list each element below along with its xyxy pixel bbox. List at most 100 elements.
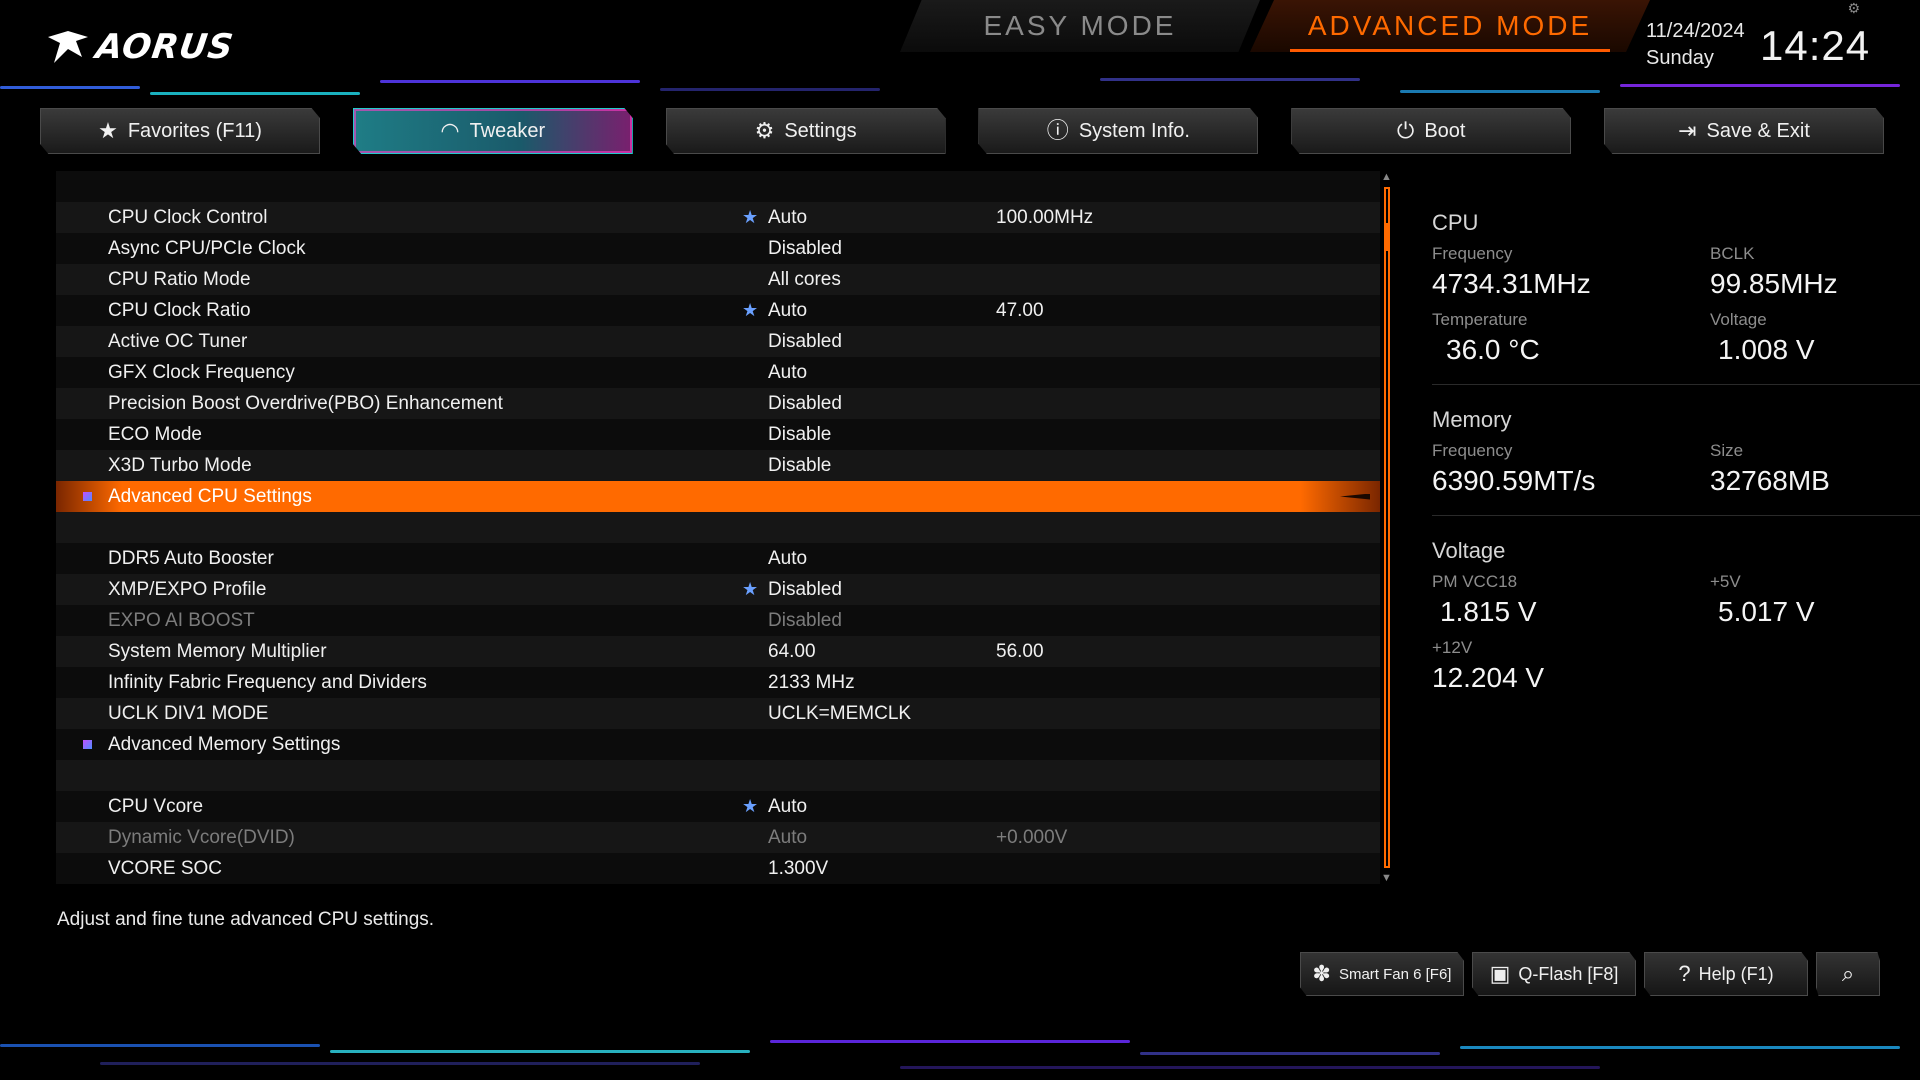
- setting-row[interactable]: Active OC Tuner Disabled: [56, 326, 1380, 357]
- search-button[interactable]: ⌕: [1816, 952, 1880, 996]
- setting-value[interactable]: Disabled: [768, 393, 842, 415]
- clock-time: 14:24: [1760, 22, 1871, 69]
- setting-value[interactable]: Auto: [768, 207, 807, 229]
- scrollbar[interactable]: ▲ ▼: [1380, 171, 1394, 884]
- setting-value[interactable]: Auto: [768, 548, 807, 570]
- setting-row[interactable]: Infinity Fabric Frequency and Dividers 21…: [56, 667, 1380, 698]
- favorite-star-icon[interactable]: ★: [742, 300, 758, 321]
- setting-row[interactable]: System Memory Multiplier 64.00 56.00: [56, 636, 1380, 667]
- setting-row[interactable]: Async CPU/PCIe Clock Disabled: [56, 233, 1380, 264]
- setting-row[interactable]: Precision Boost Overdrive(PBO) Enhanceme…: [56, 388, 1380, 419]
- setting-value[interactable]: Auto: [768, 362, 807, 384]
- setting-value-secondary[interactable]: 47.00: [996, 300, 1044, 322]
- tab-label: System Info.: [1078, 119, 1190, 142]
- submenu-bullet-icon: [83, 740, 92, 749]
- p5v-value: 5.017 V: [1718, 596, 1815, 627]
- tab-tweaker[interactable]: ◠ Tweaker: [352, 108, 633, 154]
- setting-value[interactable]: Auto: [768, 300, 807, 322]
- voltage-title: Voltage: [1432, 538, 1506, 563]
- submenu-item[interactable]: Advanced CPU Settings: [56, 481, 1380, 512]
- setting-value-secondary[interactable]: 100.00MHz: [996, 207, 1093, 229]
- setting-label: VCORE SOC: [108, 857, 223, 879]
- setting-value: Auto: [768, 826, 808, 848]
- help-f1-button[interactable]: ? Help (F1): [1644, 952, 1808, 996]
- scroll-down-arrow-icon[interactable]: ▼: [1381, 872, 1392, 884]
- setting-row[interactable]: ECO Mode Disable: [56, 419, 1380, 450]
- setting-row[interactable]: Dynamic Vcore(DVID) Auto +0.000V: [56, 822, 1380, 853]
- main-tabs: ★ Favorites (F11) ◠ Tweaker ⚙ Settings ⓘ System…: [40, 108, 1884, 154]
- chip-icon: ▣: [1489, 961, 1511, 986]
- setting-value[interactable]: Disable: [768, 455, 831, 477]
- cpu-voltage-label: Voltage: [1710, 310, 1767, 329]
- pmvcc18-label: PM VCC18: [1432, 572, 1518, 591]
- smart-fan-6-f6-button[interactable]: ✽ Smart Fan 6 [F6]: [1300, 952, 1464, 996]
- gear-icon[interactable]: ⚙: [1847, 0, 1860, 17]
- easy-mode-tab[interactable]: EASY MODE: [900, 0, 1260, 52]
- favorite-star-icon[interactable]: ★: [742, 207, 758, 228]
- help-icon: ?: [1678, 961, 1691, 986]
- setting-label: Dynamic Vcore(DVID): [108, 826, 295, 848]
- setting-value[interactable]: Auto: [768, 796, 807, 818]
- setting-label: CPU Clock Ratio: [108, 299, 251, 321]
- tab-system-info[interactable]: ⓘ System Info.: [978, 108, 1259, 154]
- setting-value: Disabled: [768, 609, 842, 631]
- setting-value[interactable]: Disabled: [768, 579, 842, 601]
- tab-favorites-f11[interactable]: ★ Favorites (F11): [40, 108, 320, 154]
- setting-row[interactable]: DDR5 Auto Booster Auto: [56, 543, 1380, 574]
- button-label: Q-Flash [F8]: [1518, 963, 1619, 984]
- setting-row[interactable]: CPU Clock Control ★ Auto 100.00MHz: [56, 202, 1380, 233]
- setting-value[interactable]: Disabled: [768, 331, 842, 353]
- setting-value[interactable]: Disable: [768, 424, 831, 446]
- button-label: Help (F1): [1698, 963, 1774, 984]
- q-flash-f8-button[interactable]: ▣ Q-Flash [F8]: [1472, 952, 1636, 996]
- setting-row[interactable]: CPU Clock Ratio ★ Auto 47.00: [56, 295, 1380, 326]
- day: Sunday: [1646, 47, 1714, 69]
- setting-value[interactable]: 64.00: [768, 641, 816, 663]
- setting-value[interactable]: All cores: [768, 269, 841, 291]
- setting-label: CPU Ratio Mode: [108, 268, 251, 290]
- setting-label: Advanced CPU Settings: [108, 485, 312, 507]
- tab-boot[interactable]: ⏻ Boot: [1291, 108, 1572, 154]
- tab-label: Settings: [784, 119, 857, 142]
- cpu-section: CPU Frequency BCLK 4734.31MHz 99.85MHz T…: [1432, 210, 1920, 366]
- favorite-star-icon[interactable]: ★: [742, 579, 758, 600]
- p12v-value: 12.204 V: [1432, 662, 1545, 693]
- datetime: 11/24/2024 Sunday: [1646, 20, 1745, 70]
- setting-row[interactable]: GFX Clock Frequency Auto: [56, 357, 1380, 388]
- help-text: Adjust and fine tune advanced CPU settin…: [57, 909, 435, 930]
- tab-settings[interactable]: ⚙ Settings: [665, 108, 946, 154]
- setting-row[interactable]: VCORE SOC 1.300V: [56, 853, 1380, 884]
- tab-label: Boot: [1424, 119, 1466, 142]
- setting-row[interactable]: UCLK DIV1 MODE UCLK=MEMCLK: [56, 698, 1380, 729]
- aorus-logo: AORUS: [46, 22, 236, 72]
- setting-value[interactable]: Disabled: [768, 238, 842, 260]
- eagle-logo-icon: [48, 31, 88, 63]
- setting-value[interactable]: UCLK=MEMCLK: [768, 703, 911, 725]
- setting-value-secondary[interactable]: 56.00: [996, 641, 1044, 663]
- setting-label: X3D Turbo Mode: [108, 454, 252, 476]
- settings-list: CPU Clock Control ★ Auto 100.00MHz Async CPU…: [56, 171, 1380, 884]
- setting-row[interactable]: X3D Turbo Mode Disable: [56, 450, 1380, 481]
- power-icon: ⏻: [1396, 118, 1415, 143]
- setting-value[interactable]: 2133 MHz: [768, 672, 855, 694]
- setting-row[interactable]: EXPO AI BOOST Disabled: [56, 605, 1380, 636]
- scroll-track[interactable]: [1384, 187, 1390, 868]
- brand-name: AORUS: [93, 27, 237, 67]
- setting-label: ECO Mode: [108, 423, 202, 445]
- memory-title: Memory: [1432, 407, 1512, 432]
- favorite-star-icon[interactable]: ★: [742, 796, 758, 817]
- setting-row[interactable]: CPU Vcore ★ Auto: [56, 791, 1380, 822]
- setting-value[interactable]: 1.300V: [768, 858, 828, 880]
- date: 11/24/2024: [1646, 20, 1745, 42]
- tab-save-exit[interactable]: ⇥ Save & Exit: [1603, 108, 1884, 154]
- divider: [1432, 384, 1920, 385]
- cpu-temperature-label: Temperature: [1432, 310, 1528, 329]
- setting-row[interactable]: CPU Ratio Mode All cores: [56, 264, 1380, 295]
- scroll-up-arrow-icon[interactable]: ▲: [1381, 171, 1392, 183]
- scroll-thumb[interactable]: [1386, 222, 1388, 251]
- advanced-mode-tab[interactable]: ADVANCED MODE: [1250, 0, 1650, 52]
- setting-label: Infinity Fabric Frequency and Dividers: [108, 671, 427, 693]
- submenu-item[interactable]: Advanced Memory Settings: [56, 729, 1380, 760]
- divider: [1432, 515, 1920, 516]
- setting-row[interactable]: XMP/EXPO Profile ★ Disabled: [56, 574, 1380, 605]
